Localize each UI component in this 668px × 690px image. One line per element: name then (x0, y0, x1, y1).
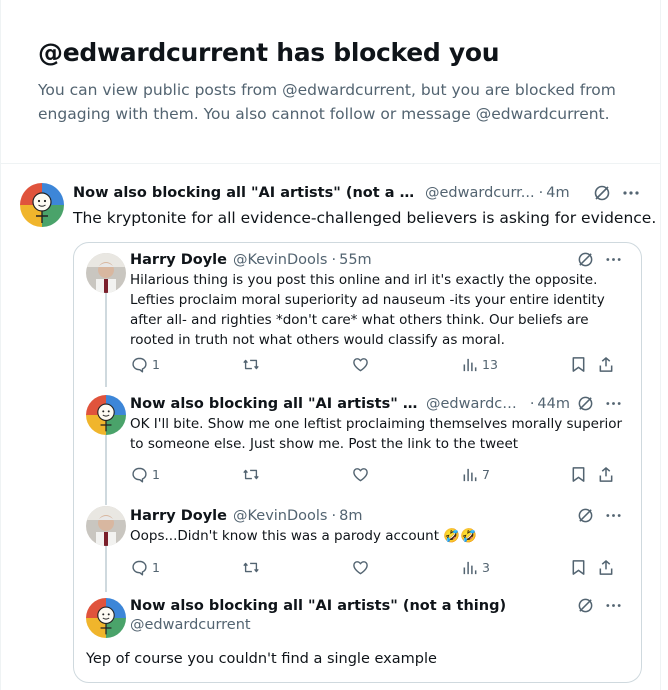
grok-icon[interactable] (577, 395, 594, 412)
more-icon[interactable] (605, 507, 622, 524)
view-count: 13 (482, 357, 498, 372)
tweet-header: Harry Doyle @KevinDools · 55m (130, 250, 372, 270)
views-icon (463, 358, 477, 372)
bookmark-button[interactable] (571, 559, 586, 576)
timestamp[interactable]: 4m (546, 183, 569, 203)
grok-icon[interactable] (577, 507, 594, 524)
quoted-thread[interactable]: Harry Doyle @KevinDools · 55m Hilarious … (73, 242, 642, 683)
avatar[interactable] (86, 253, 126, 293)
blocked-message: You can view public posts from @edwardcu… (38, 81, 616, 123)
tweet-text: The kryptonite for all evidence-challeng… (73, 209, 657, 227)
handle[interactable]: @KevinDools (233, 250, 328, 270)
tweet-text: Yep of course you couldn't find a single… (86, 651, 437, 667)
reply-count: 1 (152, 560, 160, 575)
view-count: 7 (482, 467, 490, 482)
bookmark-icon (572, 357, 585, 372)
display-name[interactable]: Now also blocking all "AI artists" (not … (73, 183, 419, 203)
retweet-icon (243, 359, 259, 370)
thread-line (105, 293, 107, 387)
timestamp[interactable]: 55m (339, 250, 372, 270)
blocked-title: @edwardcurrent has blocked you (38, 38, 500, 67)
like-icon (353, 561, 368, 575)
like-button[interactable] (352, 466, 369, 483)
share-button[interactable] (598, 559, 614, 576)
thread-line (105, 544, 107, 592)
tweet-text: Hilarious thing is you post this online … (130, 272, 605, 348)
views-icon (463, 561, 477, 575)
tweet-handle-row: @edwardcurrent (130, 615, 570, 635)
reply-button[interactable]: 1 (131, 356, 160, 373)
reply-icon (132, 357, 147, 373)
timestamp[interactable]: 44m (537, 394, 570, 414)
display-name[interactable]: Harry Doyle (130, 506, 227, 526)
like-icon (353, 358, 368, 372)
grok-icon[interactable] (593, 184, 611, 202)
tweet-header: Now also blocking all "AI artists" (not … (73, 183, 570, 203)
tweet-header: Now also blocking all "AI artists" (not … (130, 394, 570, 414)
avatar[interactable] (86, 395, 126, 435)
blocked-banner: @edwardcurrent has blocked you You can v… (38, 36, 638, 126)
tweet-text: Oops...Didn't know this was a parody acc… (130, 528, 477, 544)
reply-button[interactable]: 1 (131, 466, 160, 483)
more-icon[interactable] (605, 251, 622, 268)
share-icon (599, 467, 613, 482)
handle[interactable]: @edwardcurrent (130, 615, 251, 635)
bookmark-icon (572, 467, 585, 482)
reply-icon (132, 467, 147, 483)
bookmark-button[interactable] (571, 356, 586, 373)
bookmark-button[interactable] (571, 466, 586, 483)
bookmark-icon (572, 560, 585, 575)
views-icon (463, 468, 477, 482)
display-name[interactable]: Harry Doyle (130, 250, 227, 270)
grok-icon[interactable] (577, 251, 594, 268)
tweet-header: Harry Doyle @KevinDools · 8m (130, 506, 363, 526)
more-icon[interactable] (622, 184, 640, 202)
display-name[interactable]: Now also blocking all "AI artists" (not … (130, 596, 506, 616)
reply-count: 1 (152, 467, 160, 482)
avatar[interactable] (20, 183, 64, 227)
retweet-button[interactable] (242, 559, 260, 576)
like-icon (353, 468, 368, 482)
retweet-icon (243, 562, 259, 573)
handle[interactable]: @KevinDools (233, 506, 328, 526)
share-button[interactable] (598, 356, 614, 373)
more-icon[interactable] (605, 597, 622, 614)
like-button[interactable] (352, 356, 369, 373)
tweet-header: Now also blocking all "AI artists" (not … (130, 596, 570, 616)
retweet-button[interactable] (242, 466, 260, 483)
display-name[interactable]: Now also blocking all "AI artists" (not … (130, 394, 420, 414)
reply-button[interactable]: 1 (131, 559, 160, 576)
tweet-text: OK I'll bite. Show me one leftist procla… (130, 416, 623, 452)
handle[interactable]: @edwardcurr... (425, 183, 535, 203)
views-button[interactable]: 7 (462, 466, 490, 483)
reply-icon (132, 560, 147, 576)
share-icon (599, 357, 613, 372)
grok-icon[interactable] (577, 597, 594, 614)
views-button[interactable]: 13 (462, 356, 498, 373)
share-icon (599, 560, 613, 575)
view-count: 3 (482, 560, 490, 575)
thread-line (105, 426, 107, 505)
retweet-icon (243, 469, 259, 480)
share-button[interactable] (598, 466, 614, 483)
reply-count: 1 (152, 357, 160, 372)
like-button[interactable] (352, 559, 369, 576)
views-button[interactable]: 3 (462, 559, 490, 576)
avatar[interactable] (86, 598, 126, 638)
retweet-button[interactable] (242, 356, 260, 373)
avatar[interactable] (86, 506, 126, 546)
handle[interactable]: @edwardcurr... (426, 394, 526, 414)
more-icon[interactable] (605, 395, 622, 412)
timestamp[interactable]: 8m (339, 506, 362, 526)
